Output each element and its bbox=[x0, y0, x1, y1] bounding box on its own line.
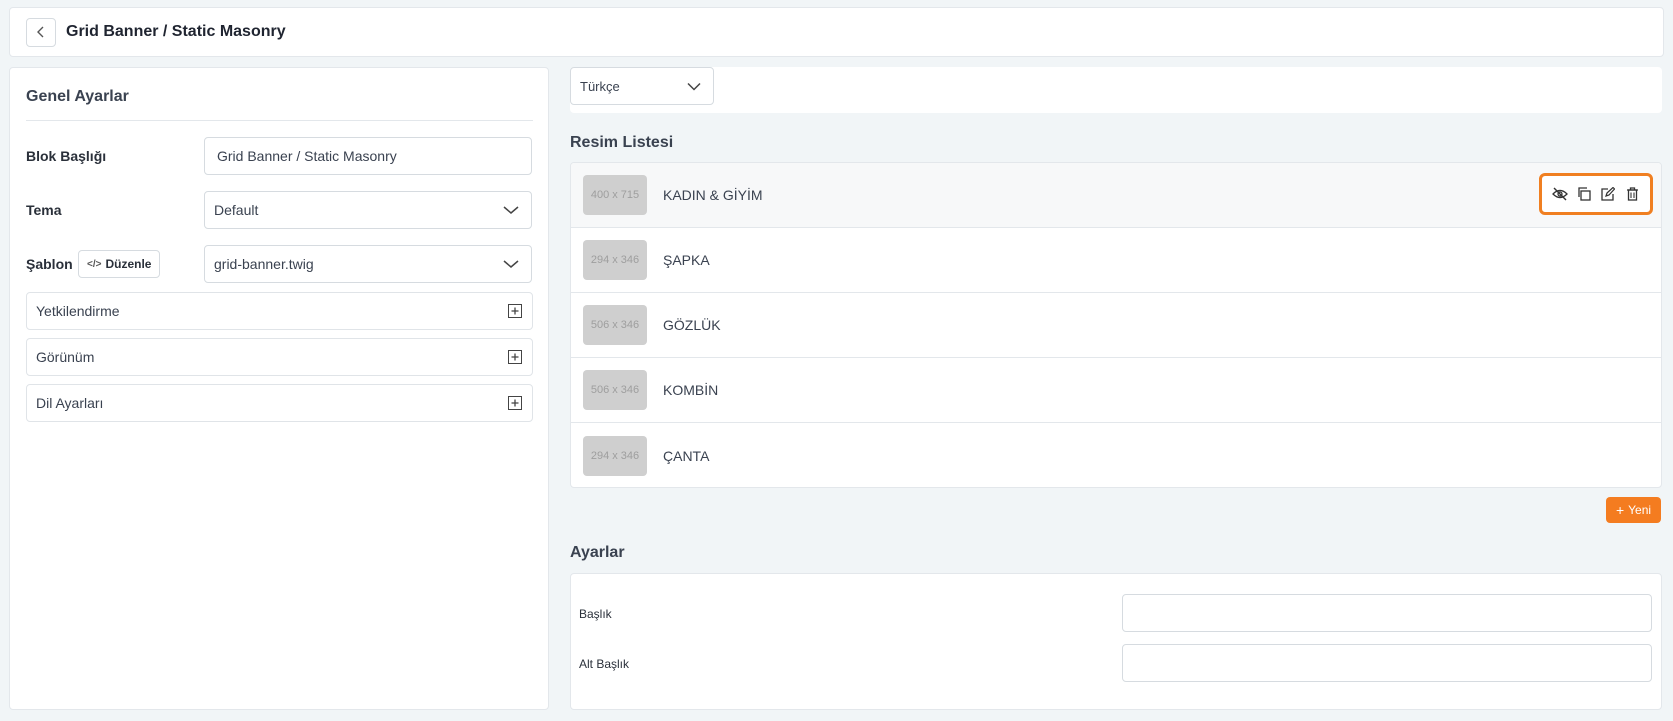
subtitle-input[interactable] bbox=[1122, 644, 1652, 682]
list-item[interactable]: 506 x 346 KOMBİN bbox=[571, 358, 1661, 423]
add-new-button[interactable]: + Yeni bbox=[1606, 497, 1661, 523]
divider bbox=[26, 120, 533, 121]
accordion-language-settings[interactable]: Dil Ayarları bbox=[26, 384, 533, 422]
edit-icon[interactable] bbox=[1599, 185, 1617, 203]
theme-row: Tema Default bbox=[26, 191, 534, 229]
template-row: Şablon </> Düzenle grid-banner.twig bbox=[26, 245, 534, 283]
chevron-left-icon bbox=[37, 26, 44, 38]
subtitle-field-label: Alt Başlık bbox=[579, 657, 630, 671]
block-title-label: Blok Başlığı bbox=[26, 148, 107, 164]
expand-plus-icon bbox=[508, 396, 522, 410]
block-title-input[interactable] bbox=[204, 137, 532, 175]
template-edit-button[interactable]: </> Düzenle bbox=[78, 250, 161, 278]
eye-off-icon[interactable] bbox=[1551, 185, 1569, 203]
chevron-down-icon bbox=[687, 82, 701, 91]
expand-plus-icon bbox=[508, 304, 522, 318]
chevron-down-icon bbox=[503, 259, 519, 269]
accordion-label: Dil Ayarları bbox=[36, 395, 104, 411]
template-select[interactable]: grid-banner.twig bbox=[204, 245, 532, 283]
general-settings-title: Genel Ayarlar bbox=[26, 88, 129, 105]
accordion-label: Görünüm bbox=[36, 349, 95, 365]
template-edit-label: Düzenle bbox=[105, 257, 152, 271]
image-thumbnail: 506 x 346 bbox=[583, 370, 647, 410]
list-item-name: ÇANTA bbox=[663, 447, 710, 464]
theme-select-value: Default bbox=[214, 202, 259, 218]
settings-panel: Başlık Alt Başlık bbox=[570, 573, 1662, 710]
title-field-label: Başlık bbox=[579, 607, 612, 621]
image-thumbnail: 294 x 346 bbox=[583, 435, 647, 476]
row-actions bbox=[1539, 173, 1653, 215]
image-list-title: Resim Listesi bbox=[570, 134, 674, 151]
copy-icon[interactable] bbox=[1575, 185, 1593, 203]
list-item[interactable]: 506 x 346 GÖZLÜK bbox=[571, 293, 1661, 358]
general-settings-panel: Genel Ayarlar Blok Başlığı Tema Default … bbox=[9, 67, 549, 710]
chevron-down-icon bbox=[503, 205, 519, 215]
accordion-authorization[interactable]: Yetkilendirme bbox=[26, 292, 533, 330]
expand-plus-icon bbox=[508, 350, 522, 364]
back-button[interactable] bbox=[26, 17, 56, 47]
theme-select[interactable]: Default bbox=[204, 191, 532, 229]
block-title-row: Blok Başlığı bbox=[26, 137, 534, 175]
code-icon: </> bbox=[87, 258, 102, 270]
list-item[interactable]: 400 x 715 KADIN & GİYİM bbox=[571, 163, 1661, 228]
add-new-label: Yeni bbox=[1628, 503, 1652, 517]
list-item-name: KOMBİN bbox=[663, 382, 719, 398]
list-item-name: ŞAPKA bbox=[663, 252, 710, 268]
list-item[interactable]: 294 x 346 ŞAPKA bbox=[571, 228, 1661, 293]
trash-icon[interactable] bbox=[1623, 185, 1641, 203]
image-thumbnail: 294 x 346 bbox=[583, 240, 647, 280]
list-item[interactable]: 294 x 346 ÇANTA bbox=[571, 423, 1661, 487]
language-strip: Türkçe bbox=[570, 67, 1662, 113]
template-select-value: grid-banner.twig bbox=[214, 256, 314, 272]
page-title: Grid Banner / Static Masonry bbox=[66, 23, 286, 40]
list-item-name: KADIN & GİYİM bbox=[663, 187, 763, 203]
language-select[interactable]: Türkçe bbox=[570, 67, 714, 105]
title-input[interactable] bbox=[1122, 594, 1652, 632]
list-item-name: GÖZLÜK bbox=[663, 317, 721, 333]
plus-icon: + bbox=[1615, 502, 1625, 518]
image-list: 400 x 715 KADIN & GİYİM 294 x 346 ŞAPKA … bbox=[570, 162, 1662, 488]
settings-title: Ayarlar bbox=[570, 544, 625, 561]
image-thumbnail: 400 x 715 bbox=[583, 175, 647, 215]
page-header: Grid Banner / Static Masonry bbox=[9, 7, 1664, 57]
image-thumbnail: 506 x 346 bbox=[583, 305, 647, 345]
accordion-label: Yetkilendirme bbox=[36, 303, 120, 319]
theme-label: Tema bbox=[26, 202, 62, 218]
template-label: Şablon bbox=[26, 256, 73, 272]
language-select-value: Türkçe bbox=[580, 78, 620, 94]
accordion-appearance[interactable]: Görünüm bbox=[26, 338, 533, 376]
